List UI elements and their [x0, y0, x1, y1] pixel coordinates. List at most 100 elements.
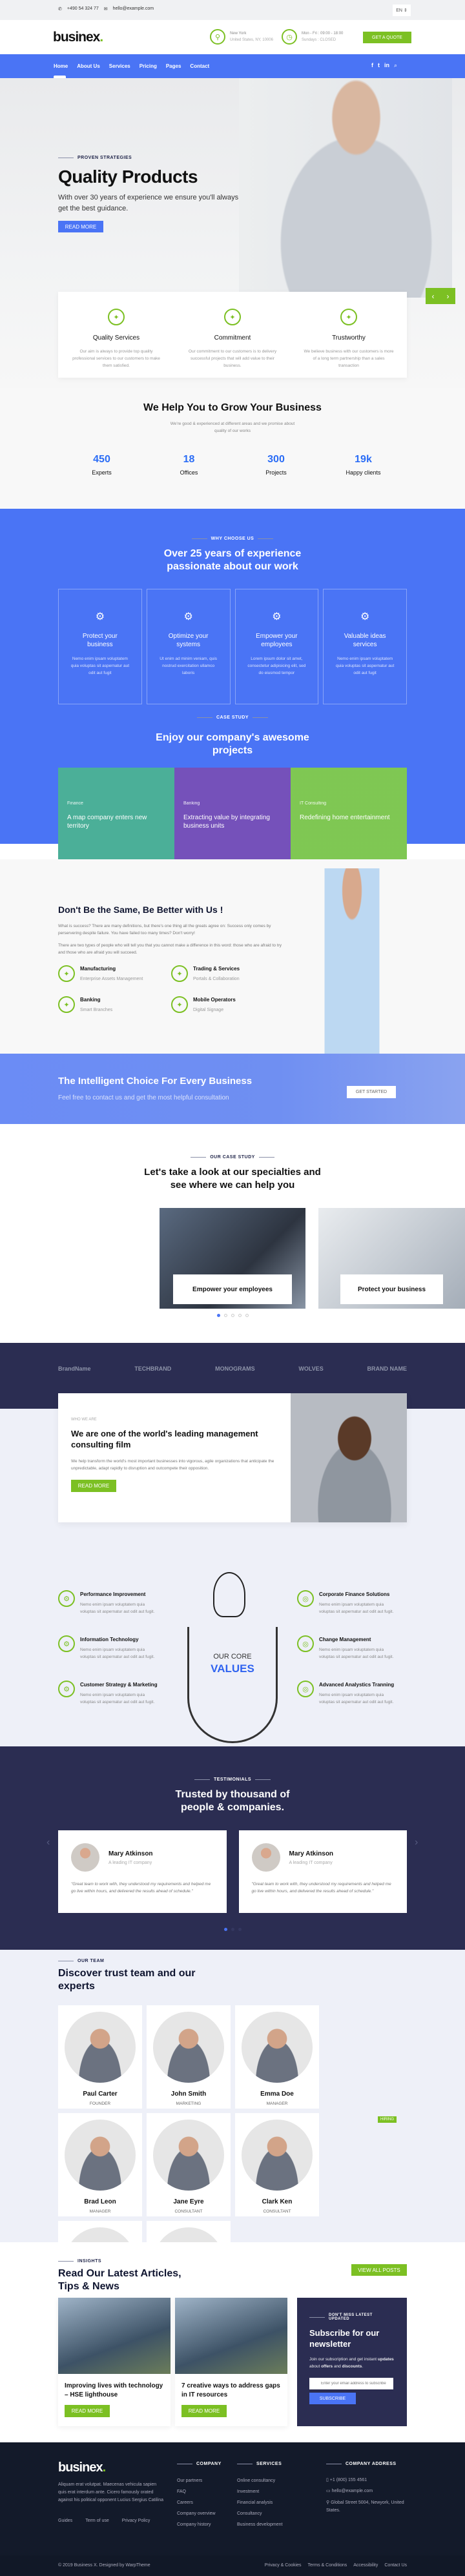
dot[interactable] — [245, 1314, 249, 1317]
stat-value: 19k — [355, 454, 372, 465]
nav-item[interactable]: Pages — [166, 63, 181, 69]
get-quote-button[interactable]: GET A QUOTE — [363, 32, 411, 43]
view-all-posts-button[interactable]: VIEW ALL POSTS — [351, 2264, 407, 2276]
slider-arrows: ‹ › — [426, 288, 455, 304]
project-card[interactable]: Banking Extracting value by integrating … — [174, 768, 291, 859]
footer-service-link[interactable]: Online consultancy — [237, 2475, 282, 2486]
chat-icon: ▭ — [326, 2489, 332, 2493]
footer-company-link[interactable]: FAQ — [177, 2486, 222, 2497]
topbar-phone[interactable]: +490 54 324 77 — [67, 6, 99, 12]
post-read-more-button[interactable]: READ MORE — [65, 2405, 110, 2417]
value-icon: ⚙ — [58, 1590, 75, 1607]
footer-company-link[interactable]: Our partners — [177, 2475, 222, 2486]
logo[interactable]: businex. — [53, 30, 103, 45]
team-name: Brad Leon — [84, 2198, 116, 2205]
industry-title: Mobile Operators — [193, 997, 236, 1003]
footer-service-link[interactable]: Consultancy — [237, 2508, 282, 2519]
value-item: ◎ Advanced Analystics Tranning Nemo enim … — [297, 1681, 410, 1726]
industry-title: Banking — [80, 997, 101, 1003]
twitter-icon[interactable]: t — [378, 62, 380, 69]
footer-phone[interactable]: +1 (800) 155 4561 — [330, 2478, 367, 2482]
why-card-text: Ut enim ad minim veniam, quis nostrud ex… — [160, 657, 218, 675]
post-image[interactable] — [175, 2298, 287, 2374]
footer-link[interactable]: Guides — [58, 2519, 72, 2523]
footer-bottom-link[interactable]: Contact Us — [384, 2563, 407, 2568]
why-card: ⚙ Valuable ideas services Nemo enim ipsa… — [323, 589, 407, 704]
project-card[interactable]: Finance A map company enters new territo… — [58, 768, 174, 859]
post-title[interactable]: 7 creative ways to address gaps in IT re… — [175, 2374, 287, 2400]
footer-company-link[interactable]: Company overview — [177, 2508, 222, 2519]
dot[interactable] — [238, 1928, 242, 1931]
feature-icon: ✦ — [108, 309, 125, 325]
why-card-title: Protect your business — [82, 633, 118, 648]
brand-logo: MONOGRAMS — [215, 1365, 255, 1372]
next-arrow-icon[interactable]: › — [415, 1837, 418, 1848]
dot-active[interactable] — [224, 1928, 227, 1931]
dot[interactable] — [238, 1314, 242, 1317]
footer-logo[interactable]: businex. — [58, 2460, 106, 2475]
nav-item[interactable]: Services — [109, 63, 130, 69]
service-icon: ⚙ — [360, 611, 370, 622]
value-title: Advanced Analystics Tranning — [319, 1682, 395, 1688]
feature-icon: ✦ — [224, 309, 241, 325]
team-card[interactable]: Paul Carter FOUNDER — [58, 2005, 142, 2109]
dot[interactable] — [231, 1928, 234, 1931]
prev-arrow-icon[interactable]: ‹ — [432, 292, 435, 301]
team-section: OUR TEAM Discover trust team and our exp… — [0, 1950, 465, 2324]
team-card[interactable]: Jane Eyre CONSULTANT — [147, 2113, 231, 2216]
dot[interactable] — [224, 1314, 227, 1317]
post-image[interactable] — [58, 2298, 170, 2374]
dot[interactable] — [231, 1314, 234, 1317]
post-read-more-button[interactable]: READ MORE — [181, 2405, 227, 2417]
team-card[interactable]: Brad Leon MANAGER — [58, 2113, 142, 2216]
get-started-button[interactable]: GET STARTED — [347, 1086, 396, 1098]
subscribe-button[interactable]: SUBSCRIBE — [309, 2393, 356, 2404]
footer-company-title: COMPANY — [177, 2462, 222, 2466]
search-icon[interactable]: ⌕ — [394, 62, 397, 69]
slide-card[interactable]: Empower your employees — [160, 1208, 305, 1309]
team-card[interactable]: Emma Doe MANAGER — [235, 2005, 319, 2109]
team-photo — [153, 2120, 224, 2191]
team-card[interactable]: John Smith MARKETING — [147, 2005, 231, 2109]
footer-link[interactable]: Privacy Policy — [122, 2519, 150, 2523]
dot-active[interactable] — [217, 1314, 220, 1317]
team-card[interactable]: Clark Ken CONSULTANT — [235, 2113, 319, 2216]
value-icon: ⚙ — [58, 1635, 75, 1652]
footer-bottom-link[interactable]: Privacy & Cookies — [265, 2563, 302, 2568]
footer-service-link[interactable]: Business development — [237, 2519, 282, 2530]
slide-caption: Protect your business — [340, 1274, 443, 1304]
footer-bottom-bar: © 2019 Business X. Designed by WarpTheme… — [0, 2555, 465, 2576]
newsletter-box: DON'T MISS LATEST UPDATED Subscribe for … — [297, 2298, 407, 2426]
facebook-icon[interactable]: f — [371, 62, 373, 69]
topbar-email[interactable]: hello@example.com — [113, 6, 154, 12]
newsletter-email-input[interactable] — [309, 2378, 393, 2389]
footer-company-link[interactable]: Careers — [177, 2497, 222, 2508]
service-icon: ⚙ — [272, 611, 282, 622]
slide-card[interactable]: Protect your business — [318, 1208, 465, 1309]
value-title: Corporate Finance Solutions — [319, 1591, 390, 1597]
footer-email[interactable]: hello@example.com — [332, 2489, 373, 2493]
footer-service-link[interactable]: Financial analysis — [237, 2497, 282, 2508]
language-select[interactable]: EN ⇕ — [393, 5, 411, 16]
footer-service-link[interactable]: Investment — [237, 2486, 282, 2497]
footer-link[interactable]: Term of use — [85, 2519, 109, 2523]
linkedin-icon[interactable]: in — [384, 62, 389, 69]
industry-icon: ✦ — [171, 965, 188, 982]
newsletter-eyebrow: DON'T MISS LATEST UPDATED — [309, 2313, 395, 2321]
nav-item[interactable]: About Us — [77, 63, 100, 69]
next-arrow-icon[interactable]: › — [447, 292, 450, 301]
value-item: ⚙ Customer Strategy & Marketing Nemo enim… — [58, 1681, 168, 1726]
footer-bottom-link[interactable]: Terms & Conditions — [308, 2563, 347, 2568]
nav-item[interactable]: Pricing — [140, 63, 157, 69]
stat-item: 19k Happy clients — [320, 454, 407, 476]
hero-read-more-button[interactable]: READ MORE — [58, 221, 103, 232]
nav-item[interactable]: Contact — [190, 63, 209, 69]
nav-item[interactable]: Home — [54, 63, 68, 69]
footer-company-link[interactable]: Company history — [177, 2519, 222, 2530]
brand-logo: BrandName — [58, 1365, 91, 1372]
post-title[interactable]: Improving lives with technology – HSE li… — [58, 2374, 170, 2400]
prev-arrow-icon[interactable]: ‹ — [46, 1837, 50, 1848]
project-card[interactable]: IT Consulting Redefining home entertainm… — [291, 768, 407, 859]
about-read-more-button[interactable]: READ MORE — [71, 1480, 116, 1492]
footer-bottom-link[interactable]: Accessibility — [353, 2563, 378, 2568]
